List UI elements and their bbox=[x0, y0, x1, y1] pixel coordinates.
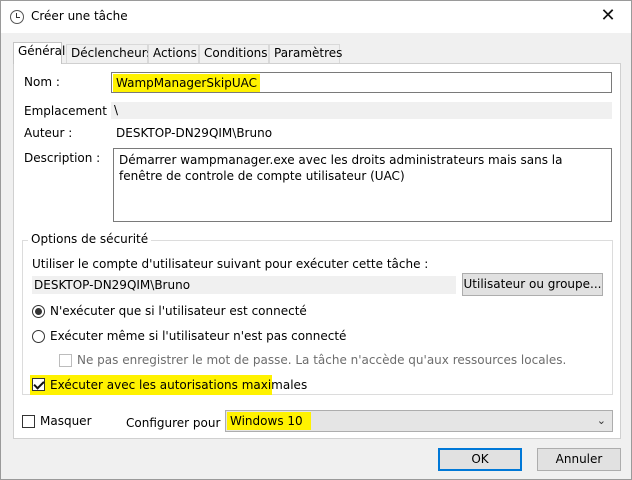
highest-privileges-checkbox[interactable] bbox=[32, 378, 45, 391]
name-value: WampManagerSkipUAC bbox=[113, 74, 261, 92]
configure-for-value: Windows 10 bbox=[227, 412, 311, 430]
tab-triggers[interactable]: Déclencheurs bbox=[66, 44, 153, 63]
location-field: \ bbox=[111, 102, 612, 119]
configure-for-label: Configurer pour : bbox=[126, 416, 229, 430]
author-value: DESKTOP-DN29QIM\Bruno bbox=[116, 126, 273, 140]
ok-button[interactable]: OK bbox=[438, 448, 522, 471]
radio-logged-on[interactable] bbox=[32, 305, 45, 318]
general-panel: Nom : WampManagerSkipUAC Emplacement : \… bbox=[13, 63, 621, 439]
name-field[interactable]: WampManagerSkipUAC bbox=[111, 72, 612, 93]
account-value: DESKTOP-DN29QIM\Bruno bbox=[34, 278, 191, 292]
location-label: Emplacement : bbox=[24, 104, 115, 118]
highest-privileges-label[interactable]: Exécuter avec les autorisations maximale… bbox=[50, 378, 307, 392]
radio-run-whether-logged-on-label[interactable]: Exécuter même si l'utilisateur n'est pas… bbox=[50, 329, 346, 343]
description-label: Description : bbox=[24, 151, 101, 165]
hidden-checkbox[interactable] bbox=[22, 415, 35, 428]
clock-icon bbox=[10, 10, 24, 24]
cancel-button[interactable]: Annuler bbox=[537, 448, 621, 471]
location-value: \ bbox=[114, 103, 119, 117]
user-group-button[interactable]: Utilisateur ou groupe... bbox=[462, 273, 603, 296]
description-value: Démarrer wampmanager.exe avec les droits… bbox=[119, 153, 563, 183]
name-label: Nom : bbox=[24, 75, 60, 89]
do-not-store-password-label: Ne pas enregistrer le mot de passe. La t… bbox=[77, 353, 567, 367]
configure-for-dropdown[interactable]: Windows 10 ⌄ bbox=[225, 410, 613, 432]
tab-conditions[interactable]: Conditions bbox=[199, 44, 269, 63]
hidden-label[interactable]: Masquer bbox=[40, 414, 92, 428]
account-field: DESKTOP-DN29QIM\Bruno bbox=[32, 276, 456, 294]
tab-general[interactable]: Général bbox=[13, 42, 65, 64]
window-title: Créer une tâche bbox=[31, 9, 128, 23]
chevron-down-icon: ⌄ bbox=[596, 414, 606, 427]
tab-settings[interactable]: Paramètres bbox=[269, 44, 342, 63]
title-bar: Créer une tâche ✕ bbox=[1, 1, 631, 33]
create-task-dialog: Créer une tâche ✕ Général Déclencheurs A… bbox=[0, 0, 632, 480]
tab-actions[interactable]: Actions bbox=[148, 44, 199, 63]
radio-run-whether-logged-on[interactable] bbox=[32, 330, 45, 343]
author-label: Auteur : bbox=[24, 126, 73, 140]
radio-logged-on-label[interactable]: N'exécuter que si l'utilisateur est conn… bbox=[50, 304, 307, 318]
close-button[interactable]: ✕ bbox=[585, 1, 631, 33]
description-field[interactable]: Démarrer wampmanager.exe avec les droits… bbox=[113, 148, 612, 222]
account-prompt: Utiliser le compte d'utilisateur suivant… bbox=[32, 257, 429, 271]
security-group-title: Options de sécurité bbox=[28, 232, 152, 246]
do-not-store-password-checkbox bbox=[59, 354, 72, 367]
